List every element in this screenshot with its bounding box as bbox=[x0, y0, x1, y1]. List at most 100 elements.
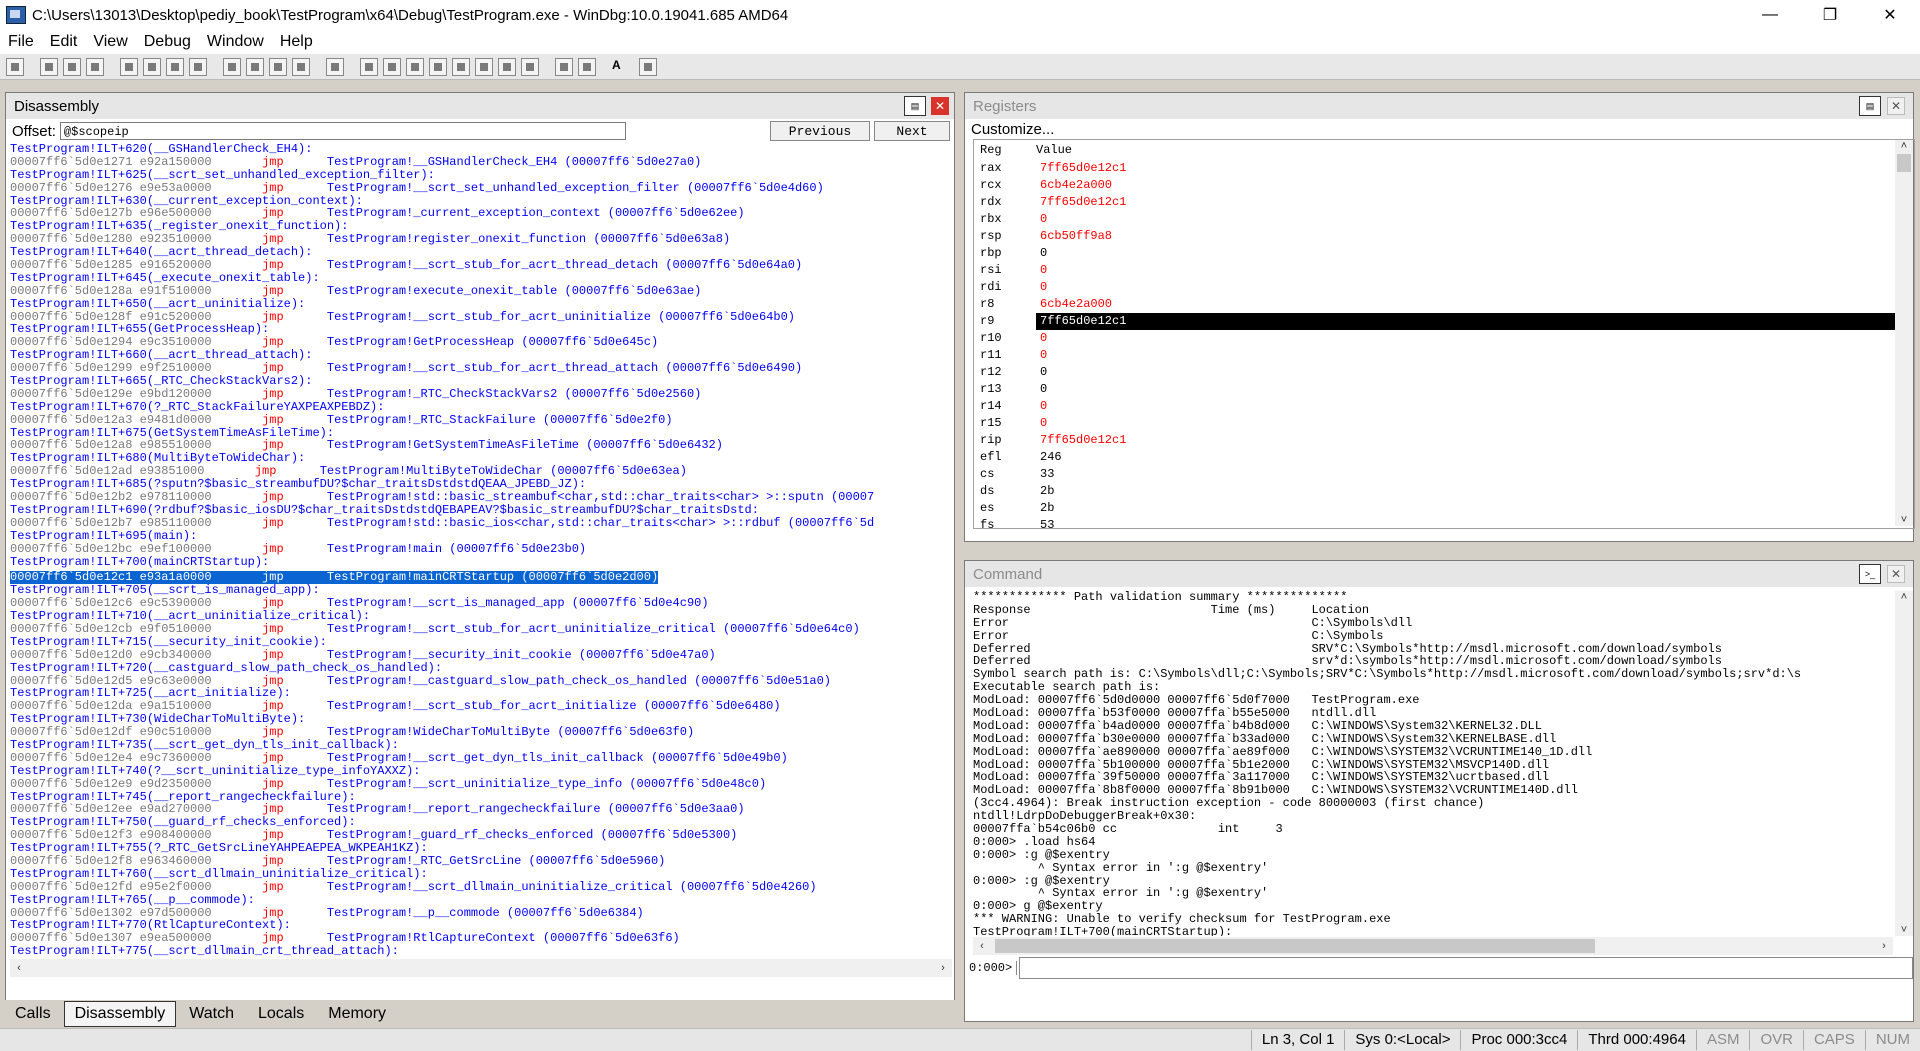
menu-window[interactable]: Window bbox=[199, 33, 272, 51]
register-row-es[interactable]: es 2b bbox=[974, 500, 1914, 517]
register-value[interactable]: 0 bbox=[1036, 347, 1900, 364]
disasm-instruction-line[interactable]: 00007ff6`5d0e12e9 e9d2350000 jmp TestPro… bbox=[10, 777, 952, 791]
command-horizontal-scrollbar[interactable]: ‹ › bbox=[973, 937, 1893, 955]
next-button[interactable]: Next bbox=[874, 121, 950, 141]
scroll-left-icon[interactable]: ‹ bbox=[10, 962, 28, 974]
register-value[interactable]: 0 bbox=[1036, 330, 1900, 347]
disasm-instruction-line[interactable]: 00007ff6`5d0e12d0 e9cb340000 jmp TestPro… bbox=[10, 648, 952, 662]
tab-disassembly[interactable]: Disassembly bbox=[63, 1001, 177, 1027]
register-value[interactable]: 7ff65d0e12c1 bbox=[1036, 160, 1900, 177]
register-row-r15[interactable]: r15 0 bbox=[974, 415, 1914, 432]
register-value[interactable]: 0 bbox=[1036, 415, 1900, 432]
tab-calls[interactable]: Calls bbox=[4, 1001, 62, 1027]
maximize-button[interactable]: ❐ bbox=[1800, 0, 1860, 30]
register-value[interactable]: 0 bbox=[1036, 245, 1900, 262]
scroll-left-icon[interactable]: ‹ bbox=[973, 940, 991, 952]
register-value[interactable]: 33 bbox=[1036, 466, 1900, 483]
copy-icon[interactable] bbox=[63, 57, 81, 76]
menu-edit[interactable]: Edit bbox=[42, 33, 86, 51]
disasm-instruction-line[interactable]: 00007ff6`5d0e12f8 e963460000 jmp TestPro… bbox=[10, 855, 952, 868]
restart-icon[interactable] bbox=[143, 57, 161, 76]
register-value[interactable]: 2b bbox=[1036, 500, 1900, 517]
register-row-rcx[interactable]: rcx 6cb4e2a000 bbox=[974, 177, 1914, 194]
register-value[interactable]: 0 bbox=[1036, 279, 1900, 296]
disasm-instruction-line[interactable]: 00007ff6`5d0e12b2 e978110000 jmp TestPro… bbox=[10, 491, 952, 504]
window-menu-icon[interactable]: ▤ bbox=[904, 96, 926, 116]
register-row-fs[interactable]: fs 53 bbox=[974, 517, 1914, 528]
register-value[interactable]: 6cb4e2a000 bbox=[1036, 296, 1900, 313]
register-row-rax[interactable]: rax 7ff65d0e12c1 bbox=[974, 160, 1914, 177]
register-row-rbx[interactable]: rbx 0 bbox=[974, 211, 1914, 228]
locals-window-icon[interactable] bbox=[406, 57, 424, 76]
registers-grid[interactable]: Reg Value rax 7ff65d0e12c1 rcx 6cb4e2a000 rdx… bbox=[973, 139, 1915, 529]
disasm-instruction-line[interactable]: 00007ff6`5d0e12a3 e9481d0000 jmp TestPro… bbox=[10, 413, 952, 427]
disasm-instruction-line[interactable]: 00007ff6`5d0e12cb e9f0510000 jmp TestPro… bbox=[10, 623, 952, 636]
disassembly-window-icon[interactable] bbox=[498, 57, 516, 76]
minimize-button[interactable]: — bbox=[1740, 0, 1800, 30]
breakpoint-hand-icon[interactable] bbox=[326, 57, 344, 76]
register-row-rdx[interactable]: rdx 7ff65d0e12c1 bbox=[974, 194, 1914, 211]
font-icon[interactable]: A bbox=[612, 58, 634, 76]
register-row-rsp[interactable]: rsp 6cb50ff9a8 bbox=[974, 228, 1914, 245]
scratch-pad-icon[interactable] bbox=[521, 57, 539, 76]
disassembly-listing[interactable]: TestProgram!ILT+620(__GSHandlerCheck_EH4… bbox=[10, 143, 952, 1050]
register-row-rbp[interactable]: rbp 0 bbox=[974, 245, 1914, 262]
disasm-instruction-line[interactable]: 00007ff6`5d0e12b7 e985110000 jmp TestPro… bbox=[10, 516, 952, 530]
scroll-thumb[interactable] bbox=[1897, 154, 1911, 172]
register-value[interactable]: 0 bbox=[1036, 381, 1900, 398]
register-value[interactable]: 0 bbox=[1036, 211, 1900, 228]
register-row-rip[interactable]: rip 7ff65d0e12c1 bbox=[974, 432, 1914, 449]
disasm-instruction-line[interactable]: 00007ff6`5d0e12bc e9ef100000 jmp TestPro… bbox=[10, 542, 952, 556]
options-icon[interactable] bbox=[639, 57, 657, 76]
menu-help[interactable]: Help bbox=[272, 33, 321, 51]
stop-debugging-icon[interactable] bbox=[166, 57, 184, 76]
watch-window-icon[interactable] bbox=[383, 57, 401, 76]
scroll-up-icon[interactable]: ˄ bbox=[1895, 591, 1913, 603]
menu-view[interactable]: View bbox=[85, 33, 135, 51]
memory-window-icon[interactable] bbox=[452, 57, 470, 76]
command-vertical-scrollbar[interactable]: ˄ ˅ bbox=[1895, 591, 1913, 936]
close-pane-icon[interactable]: ✕ bbox=[931, 97, 949, 115]
disasm-label-line[interactable]: TestProgram!ILT+700(mainCRTStartup): bbox=[10, 555, 952, 569]
go-icon[interactable] bbox=[120, 57, 138, 76]
menu-file[interactable]: File bbox=[0, 33, 42, 51]
horizontal-scrollbar[interactable]: ‹ › bbox=[10, 959, 952, 977]
step-into-icon[interactable] bbox=[223, 57, 241, 76]
registers-vertical-scrollbar[interactable]: ˄ ˅ bbox=[1895, 140, 1913, 526]
menu-debug[interactable]: Debug bbox=[136, 33, 199, 51]
register-value[interactable]: 246 bbox=[1036, 449, 1900, 466]
register-row-ds[interactable]: ds 2b bbox=[974, 483, 1914, 500]
registers-window-icon[interactable] bbox=[429, 57, 447, 76]
previous-button[interactable]: Previous bbox=[770, 121, 870, 141]
register-value[interactable]: 53 bbox=[1036, 517, 1900, 528]
disasm-instruction-line[interactable]: 00007ff6`5d0e12fd e95e2f0000 jmp TestPro… bbox=[10, 880, 952, 894]
register-value[interactable]: 2b bbox=[1036, 483, 1900, 500]
register-value[interactable]: 0 bbox=[1036, 262, 1900, 279]
disasm-label-line[interactable]: TestProgram!ILT+775(__scrt_dllmain_crt_t… bbox=[10, 945, 952, 958]
close-pane-icon[interactable]: ✕ bbox=[1887, 97, 1905, 115]
scroll-down-icon[interactable]: ˅ bbox=[1895, 514, 1913, 526]
command-input[interactable] bbox=[1019, 957, 1913, 979]
disasm-instruction-line[interactable]: 00007ff6`5d0e128a e91f510000 jmp TestPro… bbox=[10, 284, 952, 298]
command-output[interactable]: ************* Path validation summary **… bbox=[973, 591, 1893, 936]
register-row-r12[interactable]: r12 0 bbox=[974, 364, 1914, 381]
break-icon[interactable] bbox=[189, 57, 207, 76]
register-value[interactable]: 6cb4e2a000 bbox=[1036, 177, 1900, 194]
step-over-icon[interactable] bbox=[246, 57, 264, 76]
windbg-app-icon[interactable] bbox=[6, 6, 26, 24]
register-value[interactable]: 7ff65d0e12c1 bbox=[1036, 313, 1900, 330]
command-window-icon[interactable]: >_ bbox=[1859, 564, 1881, 584]
disasm-instruction-line[interactable]: 00007ff6`5d0e12e4 e9c7360000 jmp TestPro… bbox=[10, 751, 952, 765]
scroll-right-icon[interactable]: › bbox=[934, 962, 952, 974]
hex-display-icon[interactable] bbox=[578, 57, 596, 76]
scroll-right-icon[interactable]: › bbox=[1875, 940, 1893, 952]
close-button[interactable]: ✕ bbox=[1860, 0, 1920, 30]
register-value[interactable]: 6cb50ff9a8 bbox=[1036, 228, 1900, 245]
run-to-cursor-icon[interactable] bbox=[292, 57, 310, 76]
tab-memory[interactable]: Memory bbox=[317, 1001, 397, 1027]
register-row-r10[interactable]: r10 0 bbox=[974, 330, 1914, 347]
disasm-instruction-line[interactable]: 00007ff6`5d0e1271 e92a150000 jmp TestPro… bbox=[10, 155, 952, 169]
register-value[interactable]: 0 bbox=[1036, 364, 1900, 381]
scroll-down-icon[interactable]: ˅ bbox=[1895, 924, 1913, 936]
paste-icon[interactable] bbox=[86, 57, 104, 76]
